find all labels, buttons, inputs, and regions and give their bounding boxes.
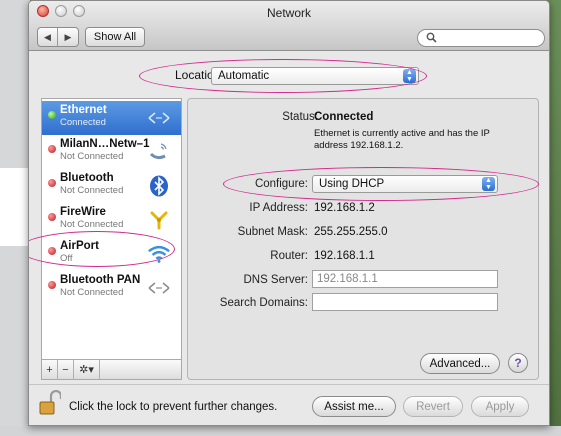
location-value: Automatic bbox=[218, 70, 270, 82]
add-service-button[interactable]: + bbox=[42, 360, 58, 379]
service-status: Connected bbox=[60, 117, 106, 128]
remove-service-button[interactable]: − bbox=[58, 360, 74, 379]
subnet-mask-value: 255.255.255.0 bbox=[314, 226, 388, 238]
back-button[interactable]: ◀ bbox=[38, 28, 59, 46]
revert-button[interactable]: Revert bbox=[403, 396, 463, 417]
details-panel: Status: Connected Ethernet is currently … bbox=[187, 98, 539, 380]
apply-button[interactable]: Apply bbox=[471, 396, 529, 417]
help-button[interactable]: ? bbox=[508, 353, 528, 373]
status-dot bbox=[48, 247, 56, 255]
status-dot bbox=[48, 213, 56, 221]
search-domains-label: Search Domains: bbox=[219, 297, 308, 309]
background-bottom-area bbox=[0, 426, 561, 436]
bottom-divider bbox=[29, 384, 549, 385]
status-label: Status: bbox=[282, 111, 318, 123]
popup-arrows-icon: ▲ ▼ bbox=[403, 69, 416, 83]
ip-address-value: 192.168.1.2 bbox=[314, 202, 375, 214]
service-name: FireWire bbox=[60, 206, 106, 218]
service-status: Off bbox=[60, 253, 73, 264]
dns-server-label: DNS Server: bbox=[243, 274, 308, 286]
service-status: Not Connected bbox=[60, 219, 124, 230]
forward-button[interactable]: ▶ bbox=[58, 28, 78, 46]
search-domains-field[interactable] bbox=[312, 293, 498, 311]
forward-arrow-icon: ▶ bbox=[64, 31, 72, 42]
lock-icon[interactable] bbox=[39, 389, 63, 416]
service-item-firewire[interactable]: FireWire Not Connected bbox=[42, 203, 181, 237]
advanced-button[interactable]: Advanced... bbox=[420, 353, 500, 374]
service-name: MilanN…Netw–1 bbox=[60, 138, 150, 150]
status-value: Connected bbox=[314, 111, 374, 123]
firewire-icon bbox=[147, 208, 171, 232]
status-dot bbox=[48, 281, 56, 289]
service-status: Not Connected bbox=[60, 287, 124, 298]
search-icon bbox=[426, 32, 437, 43]
dns-server-field[interactable]: 192.168.1.1 bbox=[312, 270, 498, 288]
service-name: Bluetooth PAN bbox=[60, 274, 141, 286]
search-field[interactable] bbox=[417, 29, 545, 47]
router-label: Router: bbox=[270, 250, 308, 262]
lock-message: Click the lock to prevent further change… bbox=[69, 401, 278, 413]
status-dot bbox=[48, 111, 56, 119]
service-list-toolbar: + − ✲▾ bbox=[41, 360, 182, 380]
service-item-ethernet[interactable]: Ethernet Connected bbox=[42, 101, 181, 135]
service-name: AirPort bbox=[60, 240, 99, 252]
back-arrow-icon: ◀ bbox=[44, 31, 51, 42]
configure-value: Using DHCP bbox=[319, 178, 385, 190]
ip-address-label: IP Address: bbox=[249, 202, 308, 214]
wifi-icon bbox=[147, 242, 171, 266]
ethernet-arrows-icon bbox=[147, 106, 171, 130]
nav-buttons: ◀ ▶ bbox=[37, 27, 79, 47]
configure-label: Configure: bbox=[254, 178, 308, 190]
service-item-bluetooth[interactable]: Bluetooth Not Connected bbox=[42, 169, 181, 203]
window-title: Network bbox=[266, 6, 311, 20]
status-description-line1: Ethernet is currently active and has the… bbox=[314, 128, 490, 139]
service-item-milan[interactable]: MilanN…Netw–1 Not Connected bbox=[42, 135, 181, 169]
service-name: Ethernet bbox=[60, 104, 107, 116]
configure-popup[interactable]: Using DHCP ▲ ▼ bbox=[312, 175, 498, 193]
service-item-airport[interactable]: AirPort Off bbox=[42, 237, 181, 271]
service-list: Ethernet Connected MilanN…Netw–1 Not Con… bbox=[41, 98, 182, 360]
phone-signal-icon bbox=[147, 140, 171, 164]
location-popup[interactable]: Automatic ▲ ▼ bbox=[211, 67, 419, 85]
bluetooth-icon bbox=[147, 174, 171, 198]
service-status: Not Connected bbox=[60, 151, 124, 162]
status-dot bbox=[48, 179, 56, 187]
titlebar: Network ◀ ▶ Show All bbox=[29, 1, 549, 51]
action-gear-button[interactable]: ✲▾ bbox=[74, 360, 100, 379]
router-value: 192.168.1.1 bbox=[314, 250, 375, 262]
popup-arrows-icon: ▲ ▼ bbox=[482, 177, 495, 191]
bluetooth-pan-icon bbox=[147, 276, 171, 300]
service-name: Bluetooth bbox=[60, 172, 114, 184]
service-item-bluetooth-pan[interactable]: Bluetooth PAN Not Connected bbox=[42, 271, 181, 305]
assist-me-button[interactable]: Assist me... bbox=[312, 396, 396, 417]
status-description-line2: address 192.168.1.2. bbox=[314, 140, 404, 151]
network-preferences-window: Network ◀ ▶ Show All Location: Automatic… bbox=[28, 0, 550, 426]
subnet-mask-label: Subnet Mask: bbox=[237, 226, 308, 238]
status-dot bbox=[48, 145, 56, 153]
show-all-button[interactable]: Show All bbox=[85, 27, 145, 47]
service-status: Not Connected bbox=[60, 185, 124, 196]
